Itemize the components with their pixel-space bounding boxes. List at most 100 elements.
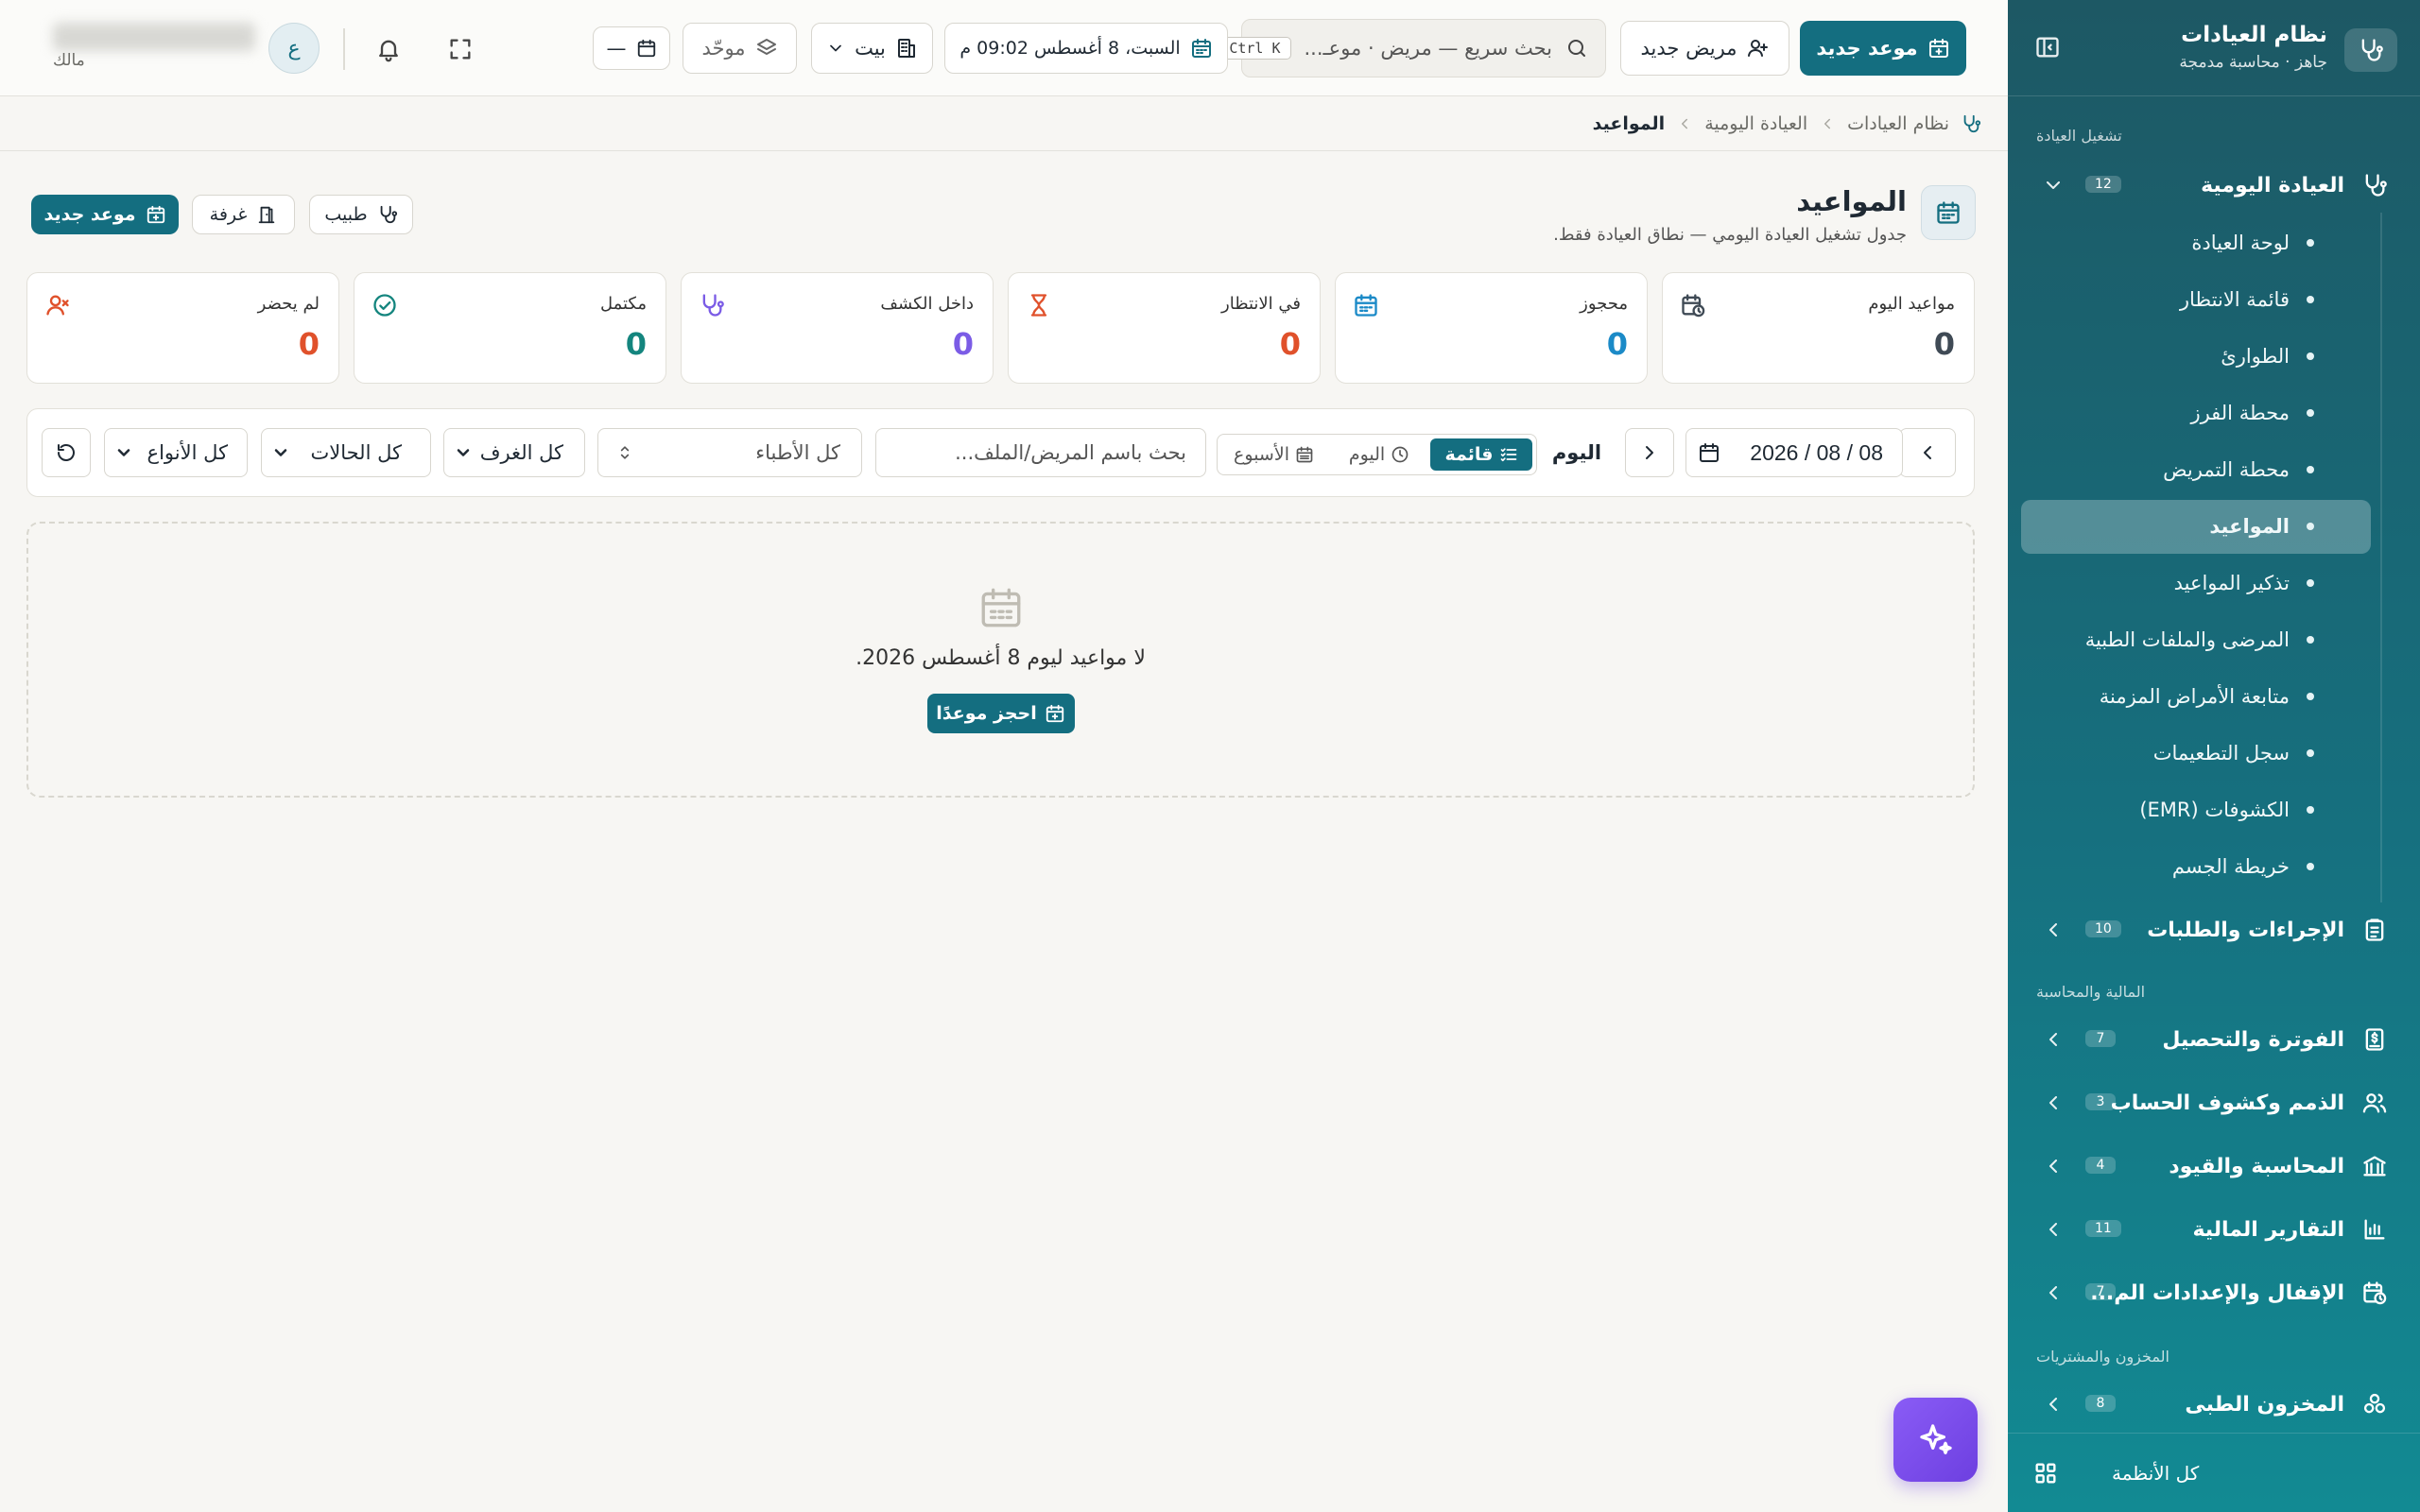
notifications-bell-icon[interactable] [368, 28, 409, 70]
chevron-left-icon[interactable] [2042, 1281, 2065, 1304]
stethoscope-icon [377, 204, 398, 225]
sidebar-item-triage[interactable]: محطة الفرز [2008, 389, 2358, 437]
breadcrumb-item-daily-clinic[interactable]: العيادة اليومية [1704, 113, 1807, 134]
date-input[interactable]: 08 / 08 / 2026 [1685, 428, 1903, 477]
chevron-left-icon[interactable] [2042, 1218, 2065, 1241]
type-select[interactable]: كل الأنواع [104, 428, 248, 477]
book-appointment-label: احجز موعدًا [936, 703, 1037, 724]
bullet-icon [2307, 296, 2314, 303]
sidebar-title: نظام العيادات [2181, 23, 2327, 47]
calendar-icon [1353, 292, 1379, 318]
branch-select[interactable]: بيت [811, 23, 933, 74]
user-avatar[interactable]: ع [268, 23, 320, 74]
clipboard-icon [2358, 917, 2392, 943]
sidebar-group-closing-settings[interactable]: الإقفال والإعدادات الم... 7 [2036, 1268, 2392, 1317]
user-name-redacted [53, 23, 255, 51]
sidebar-group-accounting[interactable]: المحاسبة والقيود 4 [2036, 1142, 2392, 1191]
sidebar-group-daily-clinic[interactable]: العيادة اليومية 12 [2036, 161, 2392, 210]
stat-label: لم يحضر [257, 294, 320, 314]
new-patient-button[interactable]: مريض جديد [1620, 21, 1789, 76]
page-new-appointment-button[interactable]: موعد جديد [31, 195, 179, 234]
submenu-guide-line [2380, 213, 2382, 902]
chevron-left-icon[interactable] [2042, 1091, 2065, 1114]
room-select[interactable]: كل الغرف [443, 428, 585, 477]
view-week-button[interactable]: الأسبوع [1219, 438, 1328, 471]
chevron-left-icon[interactable] [2042, 1028, 2065, 1051]
sidebar-item-reminders[interactable]: تذكير المواعيد [2008, 559, 2358, 607]
sidebar-group-badge: 3 [2085, 1093, 2116, 1110]
chevron-down-icon [826, 39, 845, 58]
sidebar-item-appointments[interactable]: المواعيد [2008, 503, 2358, 550]
list-check-icon [1499, 445, 1518, 464]
stat-card-today[interactable]: مواعيد اليوم 0 [1662, 272, 1975, 384]
stat-value: 0 [1933, 326, 1955, 362]
stat-card-no-show[interactable]: لم يحضر 0 [26, 272, 339, 384]
stethoscope-icon [1961, 113, 1981, 134]
doctor-button[interactable]: طبيب [309, 195, 413, 234]
sidebar-collapse-icon[interactable] [2034, 34, 2061, 60]
sidebar-group-badge: 12 [2085, 176, 2121, 193]
stat-card-completed[interactable]: مكتمل 0 [354, 272, 666, 384]
sidebar-group-financial-reports[interactable]: التقارير المالية 11 [2036, 1205, 2392, 1254]
date-filter-select[interactable]: — [593, 26, 670, 70]
status-select[interactable]: كل الحالات [261, 428, 431, 477]
topbar: موعد جديد مريض جديد بحث سريع — مريض · مو… [0, 0, 2008, 96]
stethoscope-logo-icon [2344, 28, 2397, 72]
bullet-icon [2307, 239, 2314, 247]
sidebar-item-label: خريطة الجسم [2171, 855, 2290, 878]
chevron-left-icon[interactable] [2042, 1155, 2065, 1177]
view-day-button[interactable]: اليوم [1332, 438, 1426, 471]
chevron-down-icon [271, 443, 290, 462]
stat-card-waiting[interactable]: في الانتظار 0 [1008, 272, 1321, 384]
sidebar-item-body-map[interactable]: خريطة الجسم [2008, 843, 2358, 890]
chevron-left-icon[interactable] [2042, 1393, 2065, 1416]
doctor-label: طبيب [324, 204, 368, 225]
ai-assistant-sparkles-icon[interactable] [1893, 1398, 1978, 1482]
sidebar-item-nursing[interactable]: محطة التمريض [2008, 446, 2358, 493]
bullet-icon [2307, 409, 2314, 417]
sidebar-group-billing[interactable]: الفوترة والتحصيل 7 [2036, 1015, 2392, 1064]
new-appointment-button[interactable]: موعد جديد [1800, 21, 1966, 76]
sidebar-group-receivables[interactable]: الذمم وكشوف الحساب 3 [2036, 1078, 2392, 1127]
chevron-down-icon[interactable] [2042, 174, 2065, 197]
sidebar-item-clinic-dashboard[interactable]: لوحة العيادة [2008, 219, 2358, 266]
bullet-icon [2307, 806, 2314, 814]
sidebar-item-emergency[interactable]: الطوارئ [2008, 333, 2358, 380]
room-button[interactable]: غرفة [192, 195, 295, 234]
sidebar-item-emr[interactable]: الكشوفات (EMR) [2008, 786, 2358, 833]
patient-search-input[interactable]: بحث باسم المريض/الملف... [875, 428, 1206, 477]
view-list-label: قائمة [1444, 444, 1494, 465]
section-label-inventory: المخزون والمشتريات [2036, 1348, 2169, 1366]
sidebar-group-label: التقارير المالية [2192, 1217, 2344, 1242]
page-title: المواعيد [1796, 185, 1907, 217]
search-shortcut-badge: Ctrl K [1219, 37, 1291, 60]
mode-select[interactable]: موحّد [683, 23, 797, 74]
view-list-button[interactable]: قائمة [1430, 438, 1532, 471]
sidebar-group-procedures[interactable]: الإجراءات والطلبات 10 [2036, 905, 2392, 954]
doctor-select[interactable]: كل الأطباء [597, 428, 862, 477]
sidebar-footer-all-systems[interactable]: كل الأنظمة [2008, 1433, 2420, 1512]
stat-card-in-exam[interactable]: داخل الكشف 0 [681, 272, 994, 384]
sidebar-item-vaccinations[interactable]: سجل التطعيمات [2008, 730, 2358, 777]
next-day-button[interactable] [1899, 428, 1956, 477]
sidebar-item-waiting-list[interactable]: قائمة الانتظار [2008, 276, 2358, 323]
sidebar-group-medical-inventory[interactable]: المخزون الطبى 8 [2036, 1380, 2392, 1429]
chevron-left-icon[interactable] [2042, 919, 2065, 941]
stat-card-booked[interactable]: محجوز 0 [1335, 272, 1648, 384]
fullscreen-icon[interactable] [440, 28, 481, 70]
previous-day-button[interactable] [1625, 428, 1674, 477]
sidebar-item-chronic[interactable]: متابعة الأمراض المزمنة [2008, 673, 2358, 720]
chevron-left-icon [1916, 441, 1939, 464]
quick-search-input[interactable]: بحث سريع — مريض · موعـ... Ctrl K [1219, 19, 1606, 77]
calendar-plus-icon [146, 204, 166, 225]
today-button[interactable]: اليوم [1539, 428, 1615, 477]
breadcrumb-item-clinic-system[interactable]: نظام العيادات [1847, 113, 1949, 134]
doctor-select-value: كل الأطباء [755, 441, 840, 464]
sidebar-item-patients[interactable]: المرضى والملفات الطبية [2008, 616, 2358, 663]
quick-search-placeholder: بحث سريع — مريض · موعـ... [1304, 37, 1553, 60]
sidebar-item-label: محطة التمريض [2163, 458, 2290, 481]
refresh-button[interactable] [42, 428, 91, 477]
sidebar-item-label: متابعة الأمراض المزمنة [2099, 685, 2290, 708]
book-appointment-button[interactable]: احجز موعدًا [926, 694, 1075, 733]
calendar-clock-icon [1680, 292, 1706, 318]
